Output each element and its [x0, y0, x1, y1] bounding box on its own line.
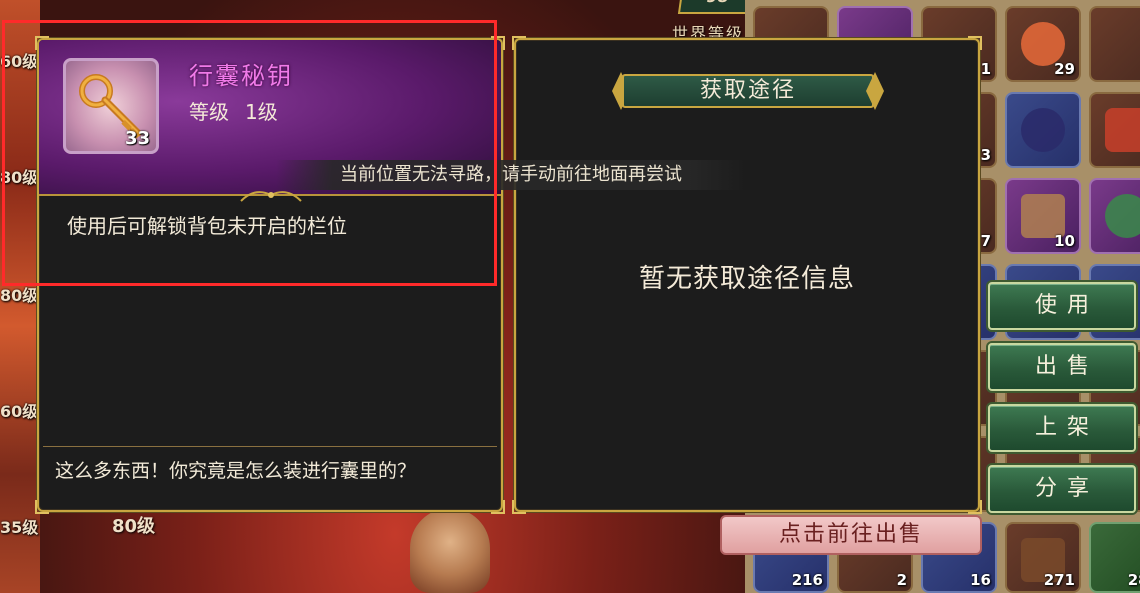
hero-level-badge: 35级 — [0, 518, 39, 537]
frame-corner — [512, 36, 526, 50]
hero-level-badge: 60级 — [0, 402, 39, 421]
inventory-slot[interactable]: 29 — [1005, 6, 1081, 82]
flavor-divider — [43, 446, 497, 447]
slot-count: 1 — [980, 60, 991, 78]
acquisition-title-banner: 获取途径 — [612, 72, 884, 112]
frame-corner — [512, 500, 526, 514]
inventory-slot[interactable]: 286 — [1089, 522, 1140, 593]
acquisition-title: 获取途径 — [622, 74, 874, 108]
inventory-slot[interactable] — [1089, 6, 1140, 82]
inventory-slot[interactable] — [1089, 92, 1140, 168]
sell-button[interactable]: 出售 — [988, 343, 1136, 391]
frame-corner — [968, 36, 982, 50]
slot-count: 10 — [1054, 232, 1075, 250]
slot-count: 271 — [1043, 571, 1075, 589]
acquisition-empty-message: 暂无获取途径信息 — [638, 264, 855, 294]
hero-level-badge: 80级 — [112, 516, 156, 537]
slot-count: 7 — [980, 232, 991, 250]
inventory-slot[interactable] — [1005, 92, 1081, 168]
slot-count: 216 — [791, 571, 823, 589]
item-flavor-text: 这么多东西！你究竟是怎么装进行囊里的？ — [55, 460, 417, 482]
go-sell-banner[interactable]: 点击前往出售 — [720, 515, 982, 555]
frame-corner — [35, 500, 49, 514]
frame-corner — [491, 500, 505, 514]
character-mask — [410, 508, 490, 593]
inventory-slot[interactable]: 271 — [1005, 522, 1081, 593]
share-button[interactable]: 分享 — [988, 465, 1136, 513]
slot-count: 2 — [896, 571, 907, 589]
use-button[interactable]: 使用 — [988, 282, 1136, 330]
inventory-slot[interactable]: 10 — [1005, 178, 1081, 254]
herb-icon — [1105, 194, 1140, 238]
ore-icon — [1021, 108, 1065, 152]
list-button[interactable]: 上架 — [988, 404, 1136, 452]
slot-count: 16 — [970, 571, 991, 589]
inventory-slot[interactable] — [1089, 178, 1140, 254]
frame-corner — [968, 500, 982, 514]
highlight-box — [2, 20, 497, 286]
slot-count: 286 — [1127, 571, 1140, 589]
cloth-icon — [1105, 108, 1140, 152]
slot-count: 3 — [980, 146, 991, 164]
slot-count: 29 — [1054, 60, 1075, 78]
acquisition-panel: 获取途径 暂无获取途径信息 — [512, 36, 982, 514]
